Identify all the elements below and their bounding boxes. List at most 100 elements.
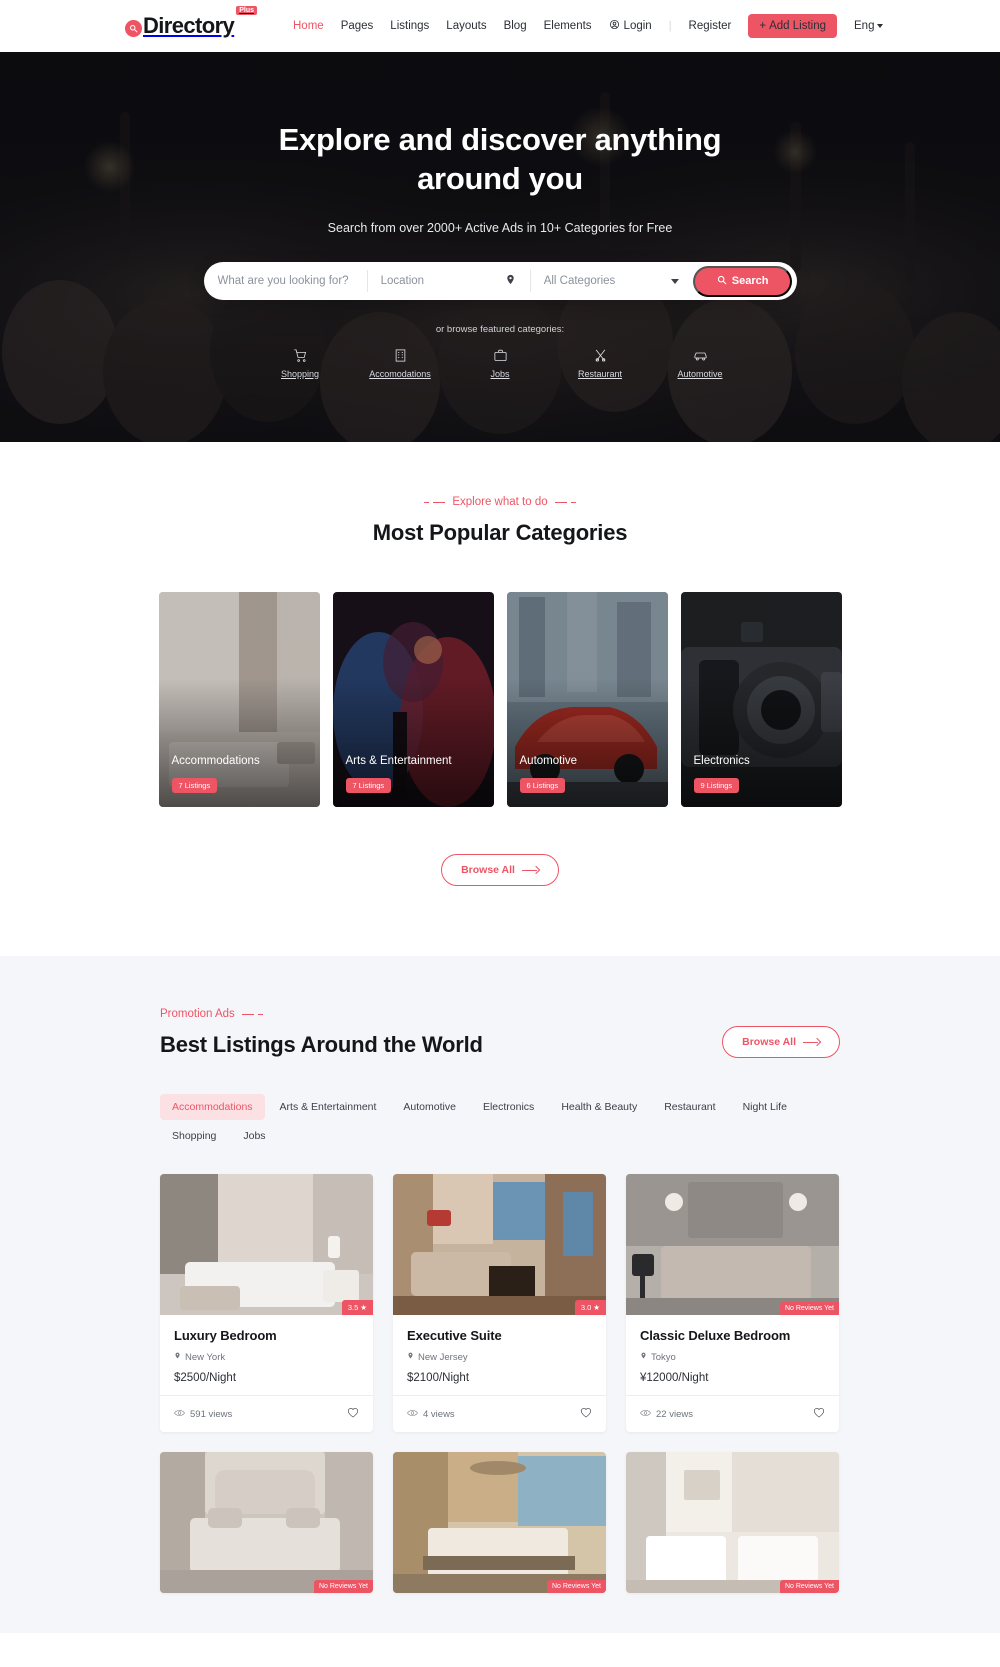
popular-categories-section: Explore what to do Most Popular Categori… [0,442,1000,956]
listing-views: 22 views [640,1409,693,1420]
tab-jobs[interactable]: Jobs [231,1123,277,1149]
category-card-name: Arts & Entertainment [345,755,452,767]
featured-category-jobs[interactable]: Jobs [468,346,532,382]
featured-categories: Shopping Accomodations Jobs Restaurant A… [0,346,1000,382]
listing-title: Classic Deluxe Bedroom [640,1328,791,1343]
eye-icon [407,1409,418,1420]
arrow-right-icon [521,866,539,874]
category-card-automotive[interactable]: Automotive 6 Listings [506,592,668,807]
search-input[interactable] [217,275,353,288]
login-button[interactable]: Login [609,19,652,33]
category-card-badge: 7 Listings [171,778,218,793]
add-listing-label: Add Listing [769,20,826,32]
listing-card[interactable]: No Reviews Yet [626,1452,839,1593]
nav-item-listings[interactable]: Listings [390,20,429,32]
featured-category-automotive[interactable]: Automotive [668,346,732,382]
register-button[interactable]: Register [689,20,732,32]
logo-text: Directory [143,13,235,38]
map-pin-icon [174,1351,181,1363]
nav-item-layouts[interactable]: Layouts [446,20,486,32]
rating-badge: No Reviews Yet [779,1580,839,1593]
map-pin-icon[interactable] [505,272,516,290]
eye-icon [640,1409,651,1420]
search-button[interactable]: Search [692,265,793,297]
listing-card[interactable]: No Reviews Yet Classic Deluxe Bedroom To… [626,1174,839,1432]
listing-thumbnail: 3.0 ★ [393,1174,606,1315]
listings-browse-all-button[interactable]: Browse All [722,1026,840,1058]
featured-category-label: Shopping [280,369,320,380]
tab-restaurant[interactable]: Restaurant [652,1094,727,1120]
plus-icon: + [759,20,767,32]
tab-shopping[interactable]: Shopping [160,1123,228,1149]
map-pin-icon [640,1351,647,1363]
listing-thumbnail: 3.5 ★ [160,1174,373,1315]
category-card-name: Accommodations [171,755,260,767]
nav-item-blog[interactable]: Blog [504,20,527,32]
popular-eyebrow-label: Explore what to do [452,496,548,508]
car-icon [668,346,732,364]
rating-badge: 3.0 ★ [574,1300,606,1315]
category-card-electronics[interactable]: Electronics 9 Listings [680,592,842,807]
featured-category-shopping[interactable]: Shopping [268,346,332,382]
nav-item-elements[interactable]: Elements [544,20,592,32]
logo-plus-badge: Plus [236,6,257,15]
site-logo[interactable]: Directory Plus [125,6,257,38]
popular-browse-all-button[interactable]: Browse All [441,854,559,886]
featured-category-label: Accomodations [369,369,431,380]
favorite-heart-icon[interactable] [580,1405,592,1423]
listing-card[interactable]: No Reviews Yet [393,1452,606,1593]
favorite-heart-icon[interactable] [347,1405,359,1423]
tab-health-beauty[interactable]: Health & Beauty [549,1094,649,1120]
category-card-arts-entertainment[interactable]: Arts & Entertainment 7 Listings [332,592,494,807]
featured-category-restaurant[interactable]: Restaurant [568,346,632,382]
star-icon: ★ [593,1303,600,1312]
shopping-cart-icon [268,346,332,364]
eyebrow-dash-left [424,501,446,503]
tab-electronics[interactable]: Electronics [471,1094,546,1120]
listing-views-label: 4 views [423,1408,455,1420]
fork-knife-icon [568,346,632,364]
login-label: Login [623,20,652,32]
listing-card[interactable]: 3.0 ★ Executive Suite New Jersey $2100/N… [393,1174,606,1432]
nav-item-home[interactable]: Home [293,20,324,32]
listing-location-label: New York [185,1351,226,1363]
user-circle-icon [609,19,620,33]
listing-thumbnail: No Reviews Yet [160,1452,373,1593]
listings-eyebrow-label: Promotion Ads [160,1008,235,1020]
listings-eyebrow: Promotion Ads [160,1008,483,1020]
featured-category-accomodations[interactable]: Accomodations [368,346,432,382]
listing-card[interactable]: No Reviews Yet [160,1452,373,1593]
site-header: Directory Plus Home Pages Listings Layou… [0,0,1000,52]
browse-all-label: Browse All [461,864,515,876]
favorite-heart-icon[interactable] [813,1405,825,1423]
listings-title: Best Listings Around the World [160,1032,483,1057]
featured-category-label: Jobs [490,369,510,380]
tab-accommodations[interactable]: Accommodations [160,1094,265,1120]
chevron-down-icon [670,278,679,284]
listing-views-label: 591 views [190,1408,233,1420]
listing-thumbnail: No Reviews Yet [626,1174,839,1315]
listing-views: 591 views [174,1409,232,1420]
listing-location: New Jersey [407,1351,592,1363]
keyword-field[interactable] [204,262,367,300]
tab-automotive[interactable]: Automotive [391,1094,468,1120]
tab-arts-entertainment[interactable]: Arts & Entertainment [268,1094,389,1120]
category-card-accommodations[interactable]: Accommodations 7 Listings [158,592,320,807]
location-field[interactable] [366,262,530,300]
rating-value: 3.5 [347,1303,359,1312]
tab-night-life[interactable]: Night Life [731,1094,799,1120]
nav-item-pages[interactable]: Pages [341,20,374,32]
rating-badge: No Reviews Yet [779,1302,839,1315]
category-card-badge: 6 Listings [519,778,566,793]
briefcase-icon [468,346,532,364]
add-listing-button[interactable]: + Add Listing [748,14,837,38]
hero-title: Explore and discover anything around you [278,122,722,197]
listing-price: $2500/Night [174,1372,237,1384]
featured-category-label: Automotive [677,369,723,380]
language-selector[interactable]: Eng [854,20,884,32]
page-root: Directory Plus Home Pages Listings Layou… [0,0,1000,1633]
location-input[interactable] [380,275,505,288]
category-select[interactable]: All Categories [529,262,693,300]
listing-views-label: 22 views [656,1408,693,1420]
listing-card[interactable]: 3.5 ★ Luxury Bedroom New York $2500/Nigh… [160,1174,373,1432]
